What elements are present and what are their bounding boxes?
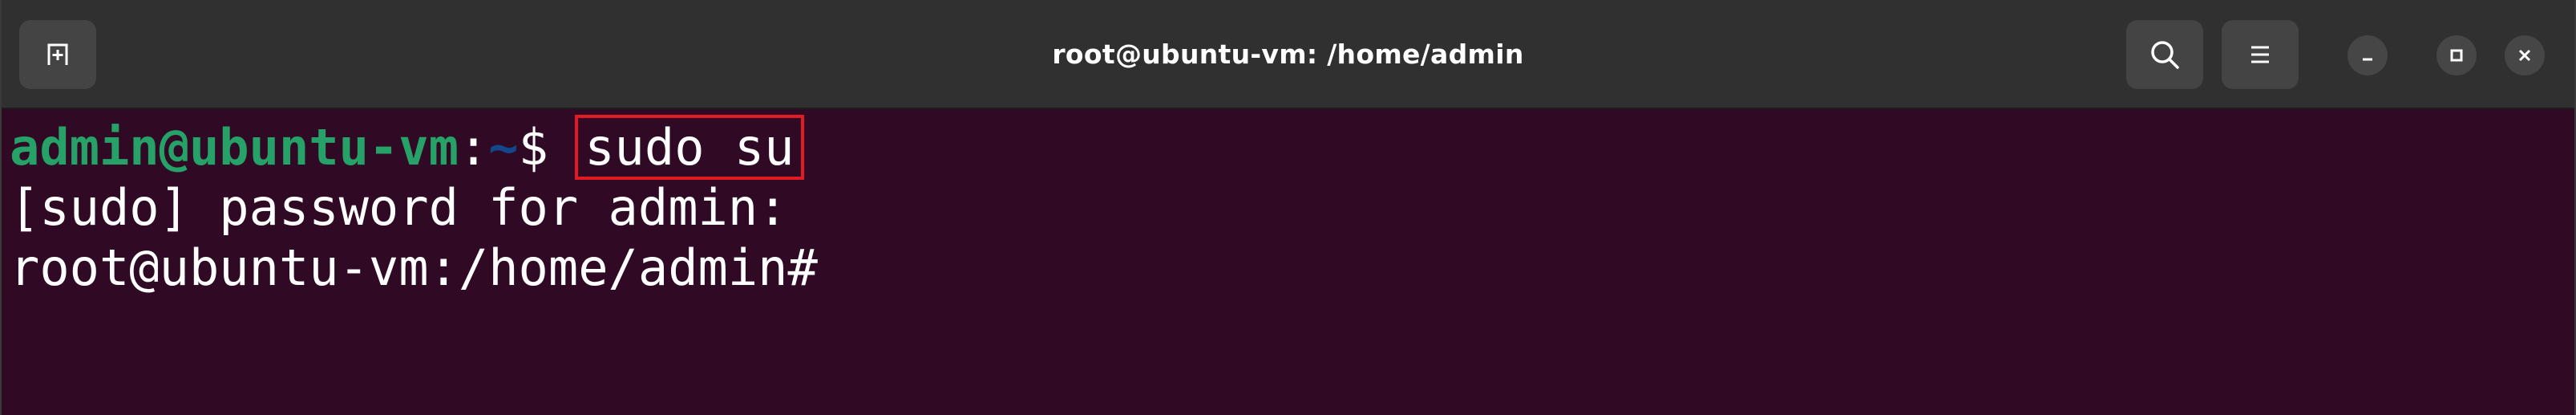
prompt-symbol: $ bbox=[518, 118, 579, 177]
close-button[interactable] bbox=[2505, 35, 2545, 75]
terminal-line-1: admin@ubuntu-vm:~$ sudo su bbox=[10, 115, 804, 180]
prompt-colon: : bbox=[458, 118, 489, 177]
menu-button[interactable] bbox=[2222, 20, 2299, 89]
hamburger-menu-icon bbox=[2251, 46, 2269, 63]
maximize-button[interactable] bbox=[2436, 35, 2477, 75]
prompt-user-host: admin@ubuntu-vm bbox=[10, 118, 459, 177]
prompt-path: ~ bbox=[488, 118, 519, 177]
terminal-area[interactable]: admin@ubuntu-vm:~$ sudo su [sudo] passwo… bbox=[2, 109, 2574, 415]
minimize-button[interactable] bbox=[2348, 35, 2388, 75]
highlighted-command: sudo su bbox=[575, 115, 804, 180]
maximize-icon bbox=[2450, 49, 2463, 62]
search-button[interactable] bbox=[2126, 20, 2203, 89]
minimize-icon bbox=[2363, 58, 2372, 61]
search-icon bbox=[2151, 41, 2179, 69]
terminal-window: root@ubuntu-vm: /home/admin admin@ubuntu… bbox=[0, 0, 2576, 415]
terminal-line-3: root@ubuntu-vm:/home/admin# bbox=[10, 238, 818, 297]
terminal-line-2: [sudo] password for admin: bbox=[10, 178, 788, 237]
title-bar[interactable]: root@ubuntu-vm: /home/admin bbox=[2, 0, 2574, 109]
close-icon bbox=[2518, 49, 2531, 62]
